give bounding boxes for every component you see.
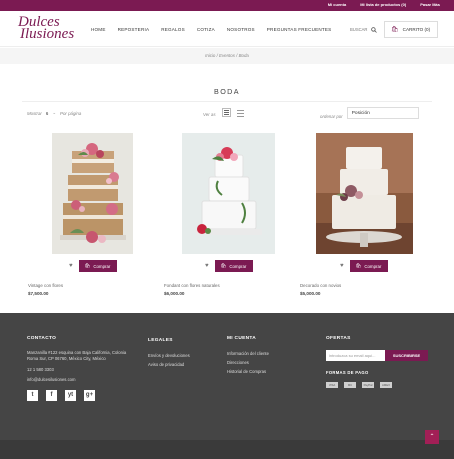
buy-label: Comprar (229, 263, 247, 269)
footer-heading: MI CUENTA (227, 336, 256, 341)
social-links: t f yt g+ (27, 389, 133, 401)
grid-view-icon[interactable] (221, 108, 231, 117)
wishlist-heart-icon[interactable]: ♥ (205, 263, 209, 269)
product-price: $7,500.00 (28, 291, 49, 296)
newsletter-email-input[interactable]: introduzca su email aqui... (326, 350, 385, 361)
scroll-to-top-button[interactable]: ⌃ (425, 430, 439, 444)
paypal-icon: PayPal (362, 382, 374, 388)
footer-account: MI CUENTA Información del cliente Direcc… (227, 336, 269, 376)
breadcrumb-separator: / (236, 53, 238, 58)
nav-home[interactable]: HOME (91, 27, 106, 32)
per-page-label: Por página (60, 110, 82, 116)
main-nav: HOME REPOSTERIA REGALOS COTIZA NOSOTROS … (91, 27, 331, 32)
cart-button[interactable]: 🛍 CARRITO (0) (384, 21, 438, 38)
contact-phone: 12 1 580 3303 (27, 367, 54, 373)
amex-icon: AMEX (380, 382, 392, 388)
nav-nosotros[interactable]: NOSOTROS (227, 27, 255, 32)
top-links: Mi cuenta Mi lista de productos (0) Pasa… (328, 2, 440, 7)
list-view-icon[interactable] (236, 110, 244, 117)
bag-icon: 🛍 (220, 263, 227, 268)
search-label: BUSCAR (350, 27, 368, 32)
account-link-addresses[interactable]: Direcciones (227, 360, 269, 366)
product-name[interactable]: Vintage con flores (28, 283, 138, 288)
footer-heading: CONTACTO (27, 336, 57, 341)
subscribe-button[interactable]: SUSCRIBIRSE (385, 350, 428, 361)
breadcrumb-current: Boda (238, 53, 249, 58)
divider (22, 101, 432, 102)
footer-bottom-bar (0, 440, 454, 459)
payment-heading: FORMAS DE PAGO (326, 370, 369, 375)
buy-label: Comprar (93, 263, 111, 269)
breadcrumb-home[interactable]: Inicio (205, 53, 215, 58)
wishlist-heart-icon[interactable]: ♥ (69, 263, 73, 269)
view-as-label: Ver as (203, 112, 216, 117)
checkout-link[interactable]: Pasar Más (420, 2, 440, 7)
footer-heading: LEGALES (148, 338, 173, 343)
bag-icon: 🛍 (84, 263, 91, 268)
cart-label: CARRITO (0) (402, 27, 431, 32)
buy-button[interactable]: 🛍 Comprar (214, 260, 253, 272)
account-link-info[interactable]: Información del cliente (227, 351, 269, 357)
nav-reposteria[interactable]: REPOSTERIA (118, 27, 150, 32)
wishlist-heart-icon[interactable]: ♥ (340, 263, 344, 269)
logo[interactable]: Dulces Ilusiones (18, 15, 75, 42)
cart-icon: 🛍 (391, 27, 399, 33)
twitter-icon[interactable]: t (27, 389, 38, 401)
nav-cotiza[interactable]: COTIZA (197, 27, 215, 32)
breadcrumb: Inicio / Eventos / Boda (0, 48, 454, 64)
nav-regalos[interactable]: REGALOS (161, 27, 185, 32)
breadcrumb-category[interactable]: Eventos (219, 53, 235, 58)
contact-address: Manzanilla #122 esquina con Baja Califor… (27, 350, 127, 362)
account-link-orders[interactable]: Historial de Compras (227, 369, 269, 375)
my-account-link[interactable]: Mi cuenta (328, 2, 346, 7)
sort-label: ordenar por (320, 113, 343, 119)
youtube-icon[interactable]: yt (65, 389, 76, 401)
footer-offers: OFERTAS introduzca su email aqui... SUSC… (326, 336, 428, 388)
sort-select[interactable]: Posición (346, 107, 419, 119)
product-price: $5,000.00 (300, 291, 321, 296)
show-label: Mostrar (27, 110, 42, 116)
top-bar: Mi cuenta Mi lista de productos (0) Pasa… (0, 0, 454, 11)
nav-faq[interactable]: PREGUNTAS FRECUENTES (267, 27, 332, 32)
search-icon (371, 27, 378, 33)
chevron-up-icon: ⌃ (429, 434, 435, 440)
site-footer: CONTACTO Manzanilla #122 esquina con Baj… (0, 313, 454, 459)
wishlist-link[interactable]: Mi lista de productos (0) (360, 2, 406, 7)
contact-email[interactable]: info@dulcesilusiones.com (27, 377, 133, 383)
payment-methods: VISA MC PayPal AMEX (326, 382, 428, 388)
legal-link-shipping[interactable]: Envíos y devoluciones (148, 353, 190, 359)
footer-legal: LEGALES Envíos y devoluciones Aviso de p… (148, 338, 190, 368)
chevron-down-icon: ⌄ (52, 110, 57, 115)
visa-icon: VISA (326, 382, 338, 388)
product-name[interactable]: Decorado con novios (300, 283, 410, 288)
facebook-icon[interactable]: f (46, 389, 57, 401)
logo-line2: Ilusiones (20, 26, 75, 42)
breadcrumb-separator: / (216, 53, 218, 58)
buy-button[interactable]: 🛍 Comprar (78, 260, 117, 272)
google-plus-icon[interactable]: g+ (84, 389, 95, 401)
site-header: Dulces Ilusiones HOME REPOSTERIA REGALOS… (0, 11, 454, 47)
footer-contact: CONTACTO Manzanilla #122 esquina con Baj… (27, 336, 133, 401)
footer-heading: OFERTAS (326, 336, 351, 341)
newsletter-form: introduzca su email aqui... SUSCRIBIRSE (326, 350, 428, 361)
buy-label: Comprar (364, 263, 382, 269)
product-price: $6,000.00 (164, 291, 185, 296)
bag-icon: 🛍 (355, 263, 362, 268)
page-title: BODA (214, 87, 240, 96)
per-page-select[interactable]: 6 (46, 111, 48, 116)
buy-button[interactable]: 🛍 Comprar (349, 260, 388, 272)
mastercard-icon: MC (344, 382, 356, 388)
search-toggle[interactable]: BUSCAR (350, 27, 378, 33)
product-image[interactable] (52, 133, 133, 254)
product-image[interactable] (182, 133, 275, 254)
product-image[interactable] (316, 133, 413, 254)
product-name[interactable]: Fondant con flores naturales (164, 283, 274, 288)
legal-link-privacy[interactable]: Aviso de privacidad (148, 362, 190, 368)
